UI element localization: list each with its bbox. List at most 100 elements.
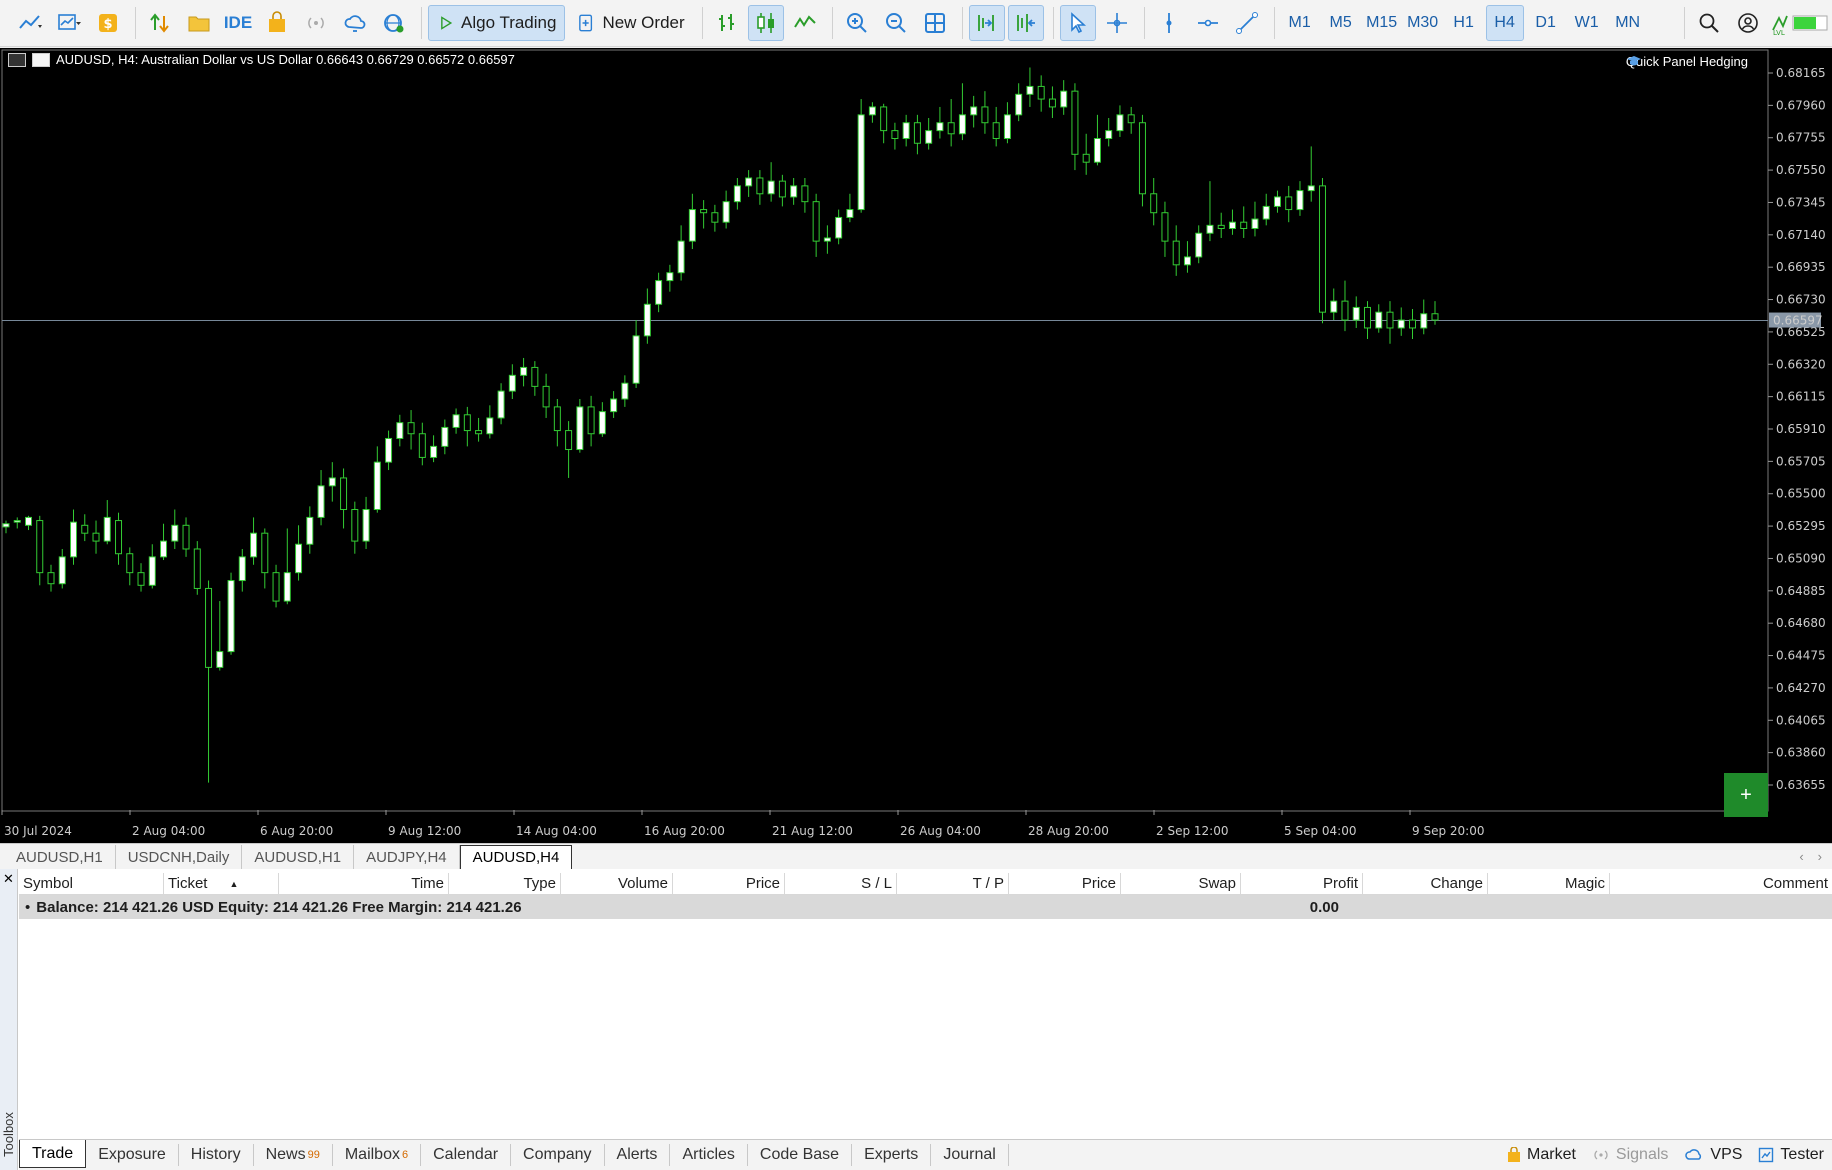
toolbox-tab-code-base[interactable]: Code Base xyxy=(748,1144,853,1166)
bar-chart-button[interactable] xyxy=(709,5,745,41)
add-trade-button[interactable]: + xyxy=(1724,773,1768,817)
chart-list-icon[interactable] xyxy=(8,52,26,67)
column-header-time[interactable]: Time xyxy=(279,873,449,894)
price-chart[interactable]: 0.68165 0.67960 0.67755 0.67550 0.67345 0.671… xyxy=(0,48,1832,843)
new-order-label: New Order xyxy=(602,13,685,32)
navigator-button[interactable] xyxy=(181,5,217,41)
chart-tab[interactable]: USDCNH,Daily xyxy=(116,845,243,869)
new-order-button[interactable]: New Order xyxy=(568,5,692,41)
market-watch-button[interactable] xyxy=(142,5,178,41)
chart-tab[interactable]: AUDUSD,H1 xyxy=(242,845,355,869)
candlestick-icon xyxy=(756,13,774,33)
ohlc-bars-icon xyxy=(718,14,734,31)
close-icon[interactable]: ✕ xyxy=(3,871,14,887)
bullish-candle xyxy=(598,411,606,435)
deposit-button[interactable]: $ xyxy=(90,5,126,41)
bearish-candle xyxy=(947,122,955,135)
quick-panel-hedging[interactable]: Quick Panel Hedging xyxy=(1626,54,1748,69)
bullish-candle xyxy=(25,516,33,526)
auto-scroll-button[interactable] xyxy=(968,5,1005,41)
column-header-label: Type xyxy=(523,875,556,892)
chart-tab[interactable]: AUDUSD,H1 xyxy=(4,845,116,869)
timeframe-w1[interactable]: W1 xyxy=(1568,5,1606,41)
toolbox-tab-trade[interactable]: Trade xyxy=(19,1140,87,1168)
signals-link[interactable]: Signals xyxy=(1592,1146,1668,1164)
vertical-line-button[interactable] xyxy=(1151,5,1187,41)
crosshair-button[interactable] xyxy=(1099,5,1135,41)
chart-type-button[interactable] xyxy=(51,5,87,41)
toolbox-tab-experts[interactable]: Experts xyxy=(852,1144,932,1166)
trendline-button[interactable] xyxy=(1229,5,1265,41)
signals-button[interactable] xyxy=(298,5,334,41)
toolbox-tab-calendar[interactable]: Calendar xyxy=(421,1144,512,1166)
one-click-trading-icon[interactable] xyxy=(32,52,50,67)
timeframe-mn[interactable]: MN xyxy=(1609,5,1647,41)
column-header-change[interactable]: Change xyxy=(1363,873,1488,894)
column-header-swap[interactable]: Swap xyxy=(1121,873,1241,894)
candlestick-chart-button[interactable] xyxy=(747,5,784,41)
date-tick-label: 5 Sep 04:00 xyxy=(1284,824,1356,838)
column-header-comment[interactable]: Comment xyxy=(1610,873,1832,894)
toolbox-tab-exposure[interactable]: Exposure xyxy=(86,1144,179,1166)
column-header-ticket[interactable]: Ticket ▲ xyxy=(164,873,279,894)
horizontal-line-button[interactable] xyxy=(1190,5,1226,41)
bullish-candle xyxy=(621,382,629,400)
strategy-tester-button[interactable] xyxy=(376,5,412,41)
price-tick-label: 0.67960 xyxy=(1776,98,1826,112)
column-header-label: Change xyxy=(1430,875,1483,892)
toolbox-tab-journal[interactable]: Journal xyxy=(931,1144,1009,1166)
market-button[interactable] xyxy=(259,5,295,41)
vps-button[interactable] xyxy=(337,5,373,41)
toolbox-tab-company[interactable]: Company xyxy=(511,1144,605,1166)
chart-tab[interactable]: AUDUSD,H4 xyxy=(459,845,573,869)
timeframe-d1[interactable]: D1 xyxy=(1527,5,1565,41)
zoom-out-button[interactable] xyxy=(878,5,914,41)
timeframe-m30[interactable]: M30 xyxy=(1404,5,1442,41)
zoom-in-button[interactable] xyxy=(839,5,875,41)
column-header-profit[interactable]: Profit xyxy=(1241,873,1363,894)
toolbox-tab-articles[interactable]: Articles xyxy=(670,1144,748,1166)
timeframe-m5[interactable]: M5 xyxy=(1322,5,1360,41)
column-header-magic[interactable]: Magic xyxy=(1488,873,1610,894)
account-button[interactable] xyxy=(1730,5,1766,41)
column-header-t-p[interactable]: T / P xyxy=(897,873,1009,894)
connection-status-button[interactable]: LVL xyxy=(1769,5,1829,41)
column-header-s-l[interactable]: S / L xyxy=(785,873,897,894)
algo-trading-button[interactable]: Algo Trading xyxy=(428,5,566,41)
chart-tab[interactable]: AUDJPY,H4 xyxy=(354,845,460,869)
search-button[interactable] xyxy=(1691,5,1727,41)
dollar-icon: $ xyxy=(99,14,117,32)
sort-ascending-icon: ▲ xyxy=(229,878,239,889)
scroll-left-icon[interactable]: ‹ xyxy=(1799,849,1803,864)
timeframe-m15[interactable]: M15 xyxy=(1363,5,1401,41)
timeframe-h4[interactable]: H4 xyxy=(1485,5,1524,41)
toolbox-tab-mailbox[interactable]: Mailbox 6 xyxy=(333,1144,422,1166)
column-header-type[interactable]: Type xyxy=(449,873,561,894)
column-header-price[interactable]: Price xyxy=(1009,873,1121,894)
cursor-button[interactable] xyxy=(1059,5,1096,41)
line-chart-type-button[interactable] xyxy=(787,5,823,41)
price-tick-label: 0.67140 xyxy=(1776,228,1826,242)
column-header-price[interactable]: Price xyxy=(673,873,785,894)
price-tick-label: 0.66115 xyxy=(1776,390,1826,404)
timeframe-h1[interactable]: H1 xyxy=(1445,5,1483,41)
line-chart-button[interactable] xyxy=(12,5,48,41)
bearish-candle xyxy=(137,572,145,586)
toolbox-tab-news[interactable]: News 99 xyxy=(254,1144,333,1166)
chart-shift-button[interactable] xyxy=(1007,5,1044,41)
balance-row[interactable]: • Balance: 214 421.26 USD Equity: 214 42… xyxy=(19,895,1832,919)
tab-label: Experts xyxy=(864,1146,919,1163)
tile-windows-button[interactable] xyxy=(917,5,953,41)
toolbox-tab-history[interactable]: History xyxy=(179,1144,254,1166)
toolbox-tab-alerts[interactable]: Alerts xyxy=(605,1144,671,1166)
timeframe-m1[interactable]: M1 xyxy=(1281,5,1319,41)
column-header-label: Symbol xyxy=(23,875,74,892)
tester-link[interactable]: Tester xyxy=(1758,1146,1824,1164)
market-link[interactable]: Market xyxy=(1507,1146,1576,1164)
column-header-volume[interactable]: Volume xyxy=(561,873,673,894)
column-header-symbol[interactable]: Symbol xyxy=(19,873,164,894)
vps-link[interactable]: VPS xyxy=(1684,1146,1742,1164)
bullish-candle xyxy=(497,390,505,419)
scroll-right-icon[interactable]: › xyxy=(1818,849,1822,864)
ide-button[interactable]: IDE xyxy=(220,5,256,41)
